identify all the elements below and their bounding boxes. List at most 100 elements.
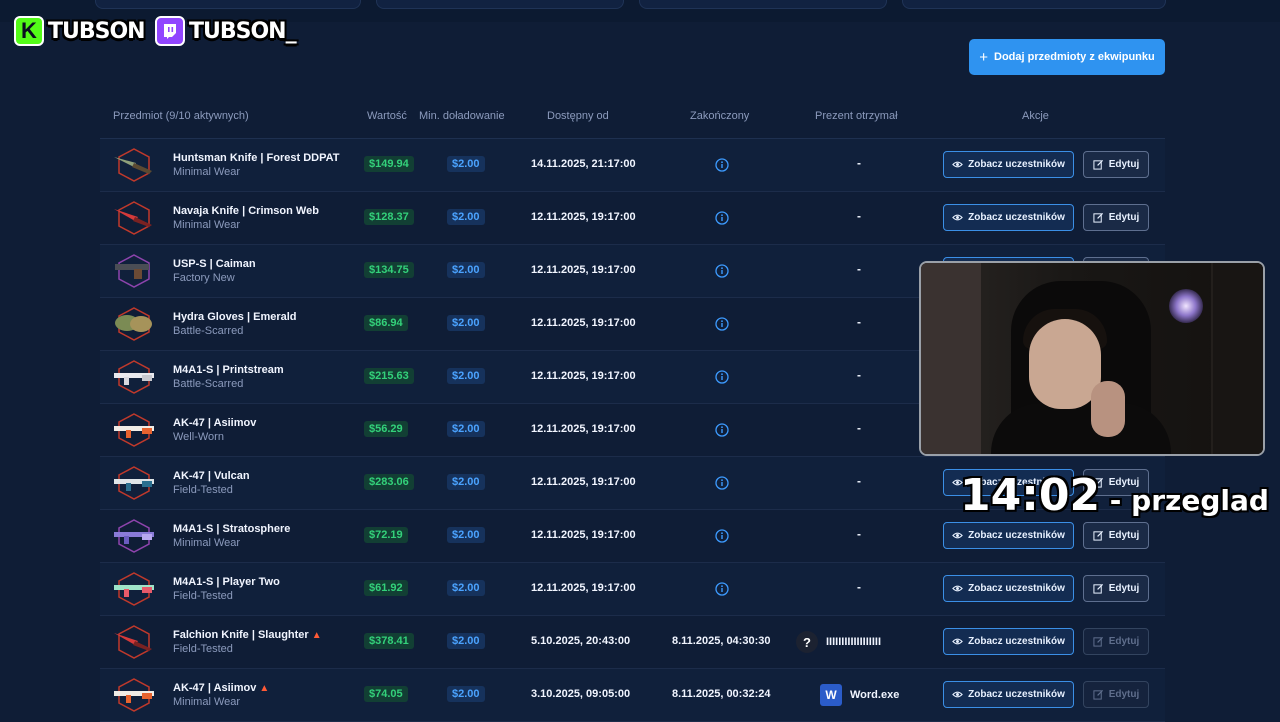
info-icon[interactable]: [715, 264, 729, 278]
min-topup-badge: $2.00: [447, 580, 485, 596]
info-icon[interactable]: [715, 317, 729, 331]
info-icon[interactable]: [715, 423, 729, 437]
info-icon[interactable]: [715, 582, 729, 596]
gift-recipient-empty: -: [857, 421, 861, 435]
item-name: AK-47 | Vulcan: [173, 470, 250, 482]
min-topup-badge: $2.00: [447, 156, 485, 172]
edit-button[interactable]: Edytuj: [1083, 575, 1149, 602]
flame-icon: ▲: [311, 630, 322, 641]
table-row: Falchion Knife | Slaughter ▲ Field-Tested $…: [100, 616, 1165, 669]
header-actions: Akcje: [1022, 110, 1049, 122]
value-badge: $215.63: [364, 368, 414, 384]
item-name: USP-S | Caiman: [173, 258, 256, 270]
item-name: AK-47 | Asiimov: [173, 417, 257, 429]
item-name: M4A1-S | Player Two: [173, 576, 280, 588]
min-topup-badge: $2.00: [447, 262, 485, 278]
table-row: Navaja Knife | Crimson Web Minimal Wear $1…: [100, 192, 1165, 245]
edit-button[interactable]: Edytuj: [1083, 681, 1149, 708]
item-name: M4A1-S | Stratosphere: [173, 523, 291, 535]
eye-icon: [952, 636, 964, 647]
gift-recipient-empty: -: [857, 156, 861, 170]
value-badge: $86.94: [364, 315, 408, 331]
skin-thumbnail: [112, 153, 156, 175]
header-gift-received: Prezent otrzymał: [815, 110, 898, 122]
view-participants-button[interactable]: Zobacz uczestników: [943, 151, 1074, 178]
gift-recipient-empty: -: [857, 580, 861, 594]
eye-icon: [952, 530, 964, 541]
view-participants-button[interactable]: Zobacz uczestników: [943, 681, 1074, 708]
question-avatar-icon: ?: [796, 631, 818, 653]
filter-box[interactable]: [902, 0, 1166, 9]
available-from-date: 12.11.2025, 19:17:00: [531, 317, 636, 329]
info-icon[interactable]: [715, 529, 729, 543]
item-wear: Minimal Wear: [173, 219, 241, 231]
skin-thumbnail: [112, 577, 156, 599]
ended-date: 8.11.2025, 04:30:30: [672, 635, 771, 647]
filter-box[interactable]: [639, 0, 887, 9]
timer-suffix: - przeglad: [1100, 484, 1269, 517]
table-header: Przedmiot (9/10 aktywnych) Wartość Min. …: [100, 96, 1165, 139]
gift-recipient-empty: -: [857, 262, 861, 276]
edit-icon: [1093, 159, 1104, 170]
item-wear: Factory New: [173, 272, 235, 284]
available-from-date: 14.11.2025, 21:17:00: [531, 158, 636, 170]
value-badge: $128.37: [364, 209, 414, 225]
view-participants-button[interactable]: Zobacz uczestników: [943, 575, 1074, 602]
view-participants-button[interactable]: Zobacz uczestników: [943, 204, 1074, 231]
info-icon[interactable]: [715, 158, 729, 172]
item-wear: Battle-Scarred: [173, 378, 244, 390]
table-row: Huntsman Knife | Forest DDPAT Minimal Wea…: [100, 139, 1165, 192]
min-topup-badge: $2.00: [447, 474, 485, 490]
min-topup-badge: $2.00: [447, 421, 485, 437]
skin-thumbnail: [112, 630, 156, 652]
filter-box[interactable]: [376, 0, 624, 9]
flame-icon: ▲: [259, 683, 270, 694]
edit-button[interactable]: Edytuj: [1083, 628, 1149, 655]
edit-icon: [1093, 689, 1104, 700]
gift-recipient-empty: -: [857, 209, 861, 223]
plus-icon: +: [979, 48, 988, 66]
item-name: Navaja Knife | Crimson Web: [173, 205, 319, 217]
add-items-button[interactable]: + Dodaj przedmioty z ekwipunku: [969, 39, 1165, 75]
gift-recipient-name: Word.exe: [850, 689, 900, 701]
webcam-overlay: [919, 261, 1265, 456]
add-items-label: Dodaj przedmioty z ekwipunku: [994, 51, 1155, 63]
value-badge: $61.92: [364, 580, 408, 596]
available-from-date: 3.10.2025, 09:05:00: [531, 688, 631, 700]
edit-button[interactable]: Edytuj: [1083, 151, 1149, 178]
info-icon[interactable]: [715, 476, 729, 490]
view-participants-button[interactable]: Zobacz uczestników: [943, 628, 1074, 655]
value-badge: $72.19: [364, 527, 408, 543]
info-icon[interactable]: [715, 211, 729, 225]
gift-recipient-empty: -: [857, 474, 861, 488]
filter-box[interactable]: [95, 0, 361, 9]
edit-button[interactable]: Edytuj: [1083, 522, 1149, 549]
value-badge: $283.06: [364, 474, 414, 490]
item-wear: Field-Tested: [173, 484, 233, 496]
ended-date: 8.11.2025, 00:32:24: [672, 688, 771, 700]
value-badge: $56.29: [364, 421, 408, 437]
available-from-date: 12.11.2025, 19:17:00: [531, 423, 636, 435]
available-from-date: 12.11.2025, 19:17:00: [531, 264, 636, 276]
skin-thumbnail: [112, 683, 156, 705]
skin-thumbnail: [112, 259, 156, 281]
min-topup-badge: $2.00: [447, 633, 485, 649]
twitch-channel-name: TUBSON_: [189, 18, 297, 44]
min-topup-badge: $2.00: [447, 527, 485, 543]
value-badge: $378.41: [364, 633, 414, 649]
skin-thumbnail: [112, 365, 156, 387]
stream-timer: 14:02 - przeglad: [960, 470, 1269, 521]
edit-button[interactable]: Edytuj: [1083, 204, 1149, 231]
item-wear: Battle-Scarred: [173, 325, 244, 337]
skin-thumbnail: [112, 418, 156, 440]
gift-recipient-empty: -: [857, 315, 861, 329]
item-wear: Field-Tested: [173, 590, 233, 602]
available-from-date: 12.11.2025, 19:17:00: [531, 211, 636, 223]
skin-thumbnail: [112, 312, 156, 334]
info-icon[interactable]: [715, 370, 729, 384]
eye-icon: [952, 689, 964, 700]
gift-recipient-empty: -: [857, 527, 861, 541]
gift-recipient-empty: -: [857, 368, 861, 382]
view-participants-button[interactable]: Zobacz uczestników: [943, 522, 1074, 549]
min-topup-badge: $2.00: [447, 209, 485, 225]
